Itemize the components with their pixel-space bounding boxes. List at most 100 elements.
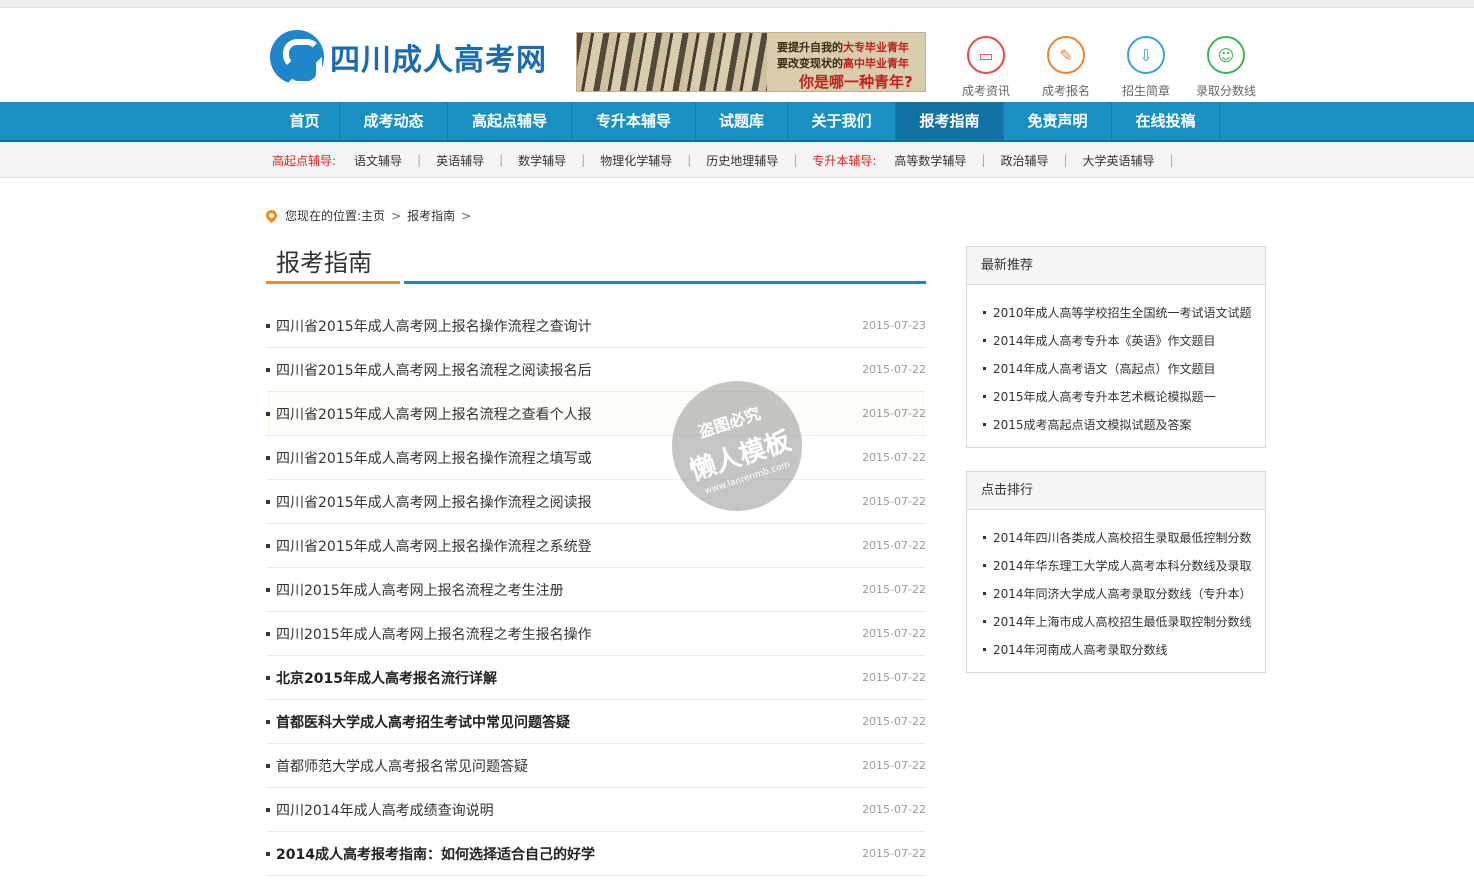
page-title: 报考指南 [276,249,372,277]
sub-nav-row: 高起点辅导: 语文辅导 | 英语辅导 | 数学辅导 | 物理化学辅导 | 历史地理辅导 | 专升本辅导… [272,142,1189,178]
breadcrumb-current[interactable]: 报考指南 [407,207,455,224]
nav-item-6[interactable]: 报考指南 [896,102,1004,140]
latest-recommend-item[interactable]: 2014年成人高考语文（高起点）作文题目 [983,355,1251,383]
list-item[interactable]: 2014成人高考报考指南：如何选择适合自己的好学 2015-07-22 [266,832,926,876]
quick-link-label: 录取分数线 [1195,84,1256,98]
sub-nav-link[interactable]: 数学辅导 [518,152,566,169]
sub-nav-link[interactable]: 政治辅导 [1000,152,1048,169]
nav-item-3[interactable]: 专升本辅导 [572,102,696,140]
article-list: 四川省2015年成人高考网上报名操作流程之查询计 2015-07-23 四川省201… [266,304,926,876]
article-title-link[interactable]: 四川省2015年成人高考网上报名操作流程之查询计 [266,316,592,336]
list-item[interactable]: 四川省2015年成人高考网上报名操作流程之查询计 2015-07-23 [266,304,926,348]
logo-mark-icon [270,30,324,84]
article-title-link[interactable]: 四川省2015年成人高考网上报名流程之阅读报名后 [266,360,592,380]
nav-item-0[interactable]: 首页 [270,102,340,140]
click-ranking-title: 点击排行 [967,472,1265,510]
sub-nav-link[interactable]: 历史地理辅导 [706,152,778,169]
sub-nav-category-1: 高起点辅导: [272,153,337,168]
article-title-link[interactable]: 四川省2015年成人高考网上报名操作流程之阅读报 [266,492,592,512]
sub-nav-separator: | [1063,153,1068,167]
article-date: 2015-07-22 [862,715,926,728]
click-ranking-item[interactable]: 2014年上海市成人高校招生最低录取控制分数线 [983,608,1251,636]
sub-nav-link[interactable]: 大学英语辅导 [1083,152,1155,169]
top-strip [0,0,1474,8]
sub-nav-link[interactable]: 英语辅导 [436,152,484,169]
latest-recommend-item[interactable]: 2015年成人高考专升本艺术概论模拟题一 [983,383,1251,411]
article-title-link[interactable]: 四川省2015年成人高考网上报名操作流程之填写或 [266,448,592,468]
article-date: 2015-07-22 [862,671,926,684]
article-title-link[interactable]: 四川2015年成人高考网上报名流程之考生注册 [266,580,564,600]
click-ranking-item[interactable]: 2014年四川各类成人高校招生录取最低控制分数线 [983,524,1251,552]
sub-nav-link[interactable]: 物理化学辅导 [600,152,672,169]
banner-line-1: 要提升自我的大专毕业青年 [777,41,909,54]
article-title-link[interactable]: 首都师范大学成人高考报名常见问题答疑 [266,756,528,776]
edit-icon: ✎ [1047,36,1085,74]
article-date: 2015-07-22 [862,583,926,596]
article-title-link[interactable]: 四川省2015年成人高考网上报名流程之查看个人报 [266,404,592,424]
article-title-link[interactable]: 四川省2015年成人高考网上报名操作流程之系统登 [266,536,592,556]
video-icon: ▭ [967,36,1005,74]
latest-recommend-item[interactable]: 2015成考高起点语文模拟试题及答案 [983,411,1251,439]
nav-item-4[interactable]: 试题库 [696,102,788,140]
article-title-link[interactable]: 四川2015年成人高考网上报名流程之考生报名操作 [266,624,592,644]
sub-nav-separator: | [581,153,586,167]
nav-item-2[interactable]: 高起点辅导 [448,102,572,140]
list-item[interactable]: 四川2015年成人高考网上报名流程之考生报名操作 2015-07-22 [266,612,926,656]
quick-link-0[interactable]: ▭ 成考资讯 [946,36,1026,99]
sub-nav-link[interactable]: 高等数学辅导 [894,152,966,169]
click-ranking-item[interactable]: 2014年同济大学成人高考录取分数线（专升本） [983,580,1251,608]
click-ranking-item[interactable]: 2014年河南成人高考录取分数线 [983,636,1251,664]
header-banner[interactable]: 要提升自我的大专毕业青年 要改变现状的高中毕业青年 你是哪一种青年? [576,32,926,92]
article-title-link[interactable]: 2014成人高考报考指南：如何选择适合自己的好学 [266,844,595,864]
article-date: 2015-07-22 [862,495,926,508]
list-item[interactable]: 四川省2015年成人高考网上报名流程之阅读报名后 2015-07-22 [266,348,926,392]
article-title-link[interactable]: 首都医科大学成人高考招生考试中常见问题答疑 [266,712,570,732]
click-ranking-list: 2014年四川各类成人高校招生录取最低控制分数线 2014年华东理工大学成人高考本… [967,510,1265,672]
site-logo[interactable]: 四川成人高考网 [270,30,547,84]
article-date: 2015-07-22 [862,847,926,860]
nav-item-1[interactable]: 成考动态 [340,102,448,140]
users-icon: ☺ [1207,36,1245,74]
latest-recommend-item[interactable]: 2014年成人高考专升本《英语》作文题目 [983,327,1251,355]
banner-line-2: 要改变现状的高中毕业青年 [777,57,909,70]
download-icon: ⇩ [1127,36,1165,74]
list-item[interactable]: 四川省2015年成人高考网上报名操作流程之阅读报 2015-07-22 [266,480,926,524]
nav-item-7[interactable]: 免责声明 [1004,102,1112,140]
list-item[interactable]: 四川省2015年成人高考网上报名操作流程之填写或 2015-07-22 [266,436,926,480]
list-item[interactable]: 北京2015年成人高考报名流行详解 2015-07-22 [266,656,926,700]
list-item[interactable]: 四川2015年成人高考网上报名流程之考生注册 2015-07-22 [266,568,926,612]
latest-recommend-box: 最新推荐 2010年成人高等学校招生全国统一考试语文试题 2014年成人高考专升本… [966,246,1266,448]
sub-nav-separator: | [1169,153,1174,167]
list-item[interactable]: 四川省2015年成人高考网上报名操作流程之系统登 2015-07-22 [266,524,926,568]
click-ranking-item[interactable]: 2014年华东理工大学成人高考本科分数线及录取线 [983,552,1251,580]
sub-nav-separator: | [417,153,422,167]
latest-recommend-title: 最新推荐 [967,247,1265,285]
quick-link-1[interactable]: ✎ 成考报名 [1026,36,1106,99]
article-date: 2015-07-22 [862,539,926,552]
banner-figures-image [577,33,767,91]
article-title-link[interactable]: 四川2014年成人高考成绩查询说明 [266,800,494,820]
breadcrumb-prefix: 您现在的位置: [285,209,362,223]
article-date: 2015-07-22 [862,759,926,772]
nav-item-5[interactable]: 关于我们 [788,102,896,140]
list-item[interactable]: 首都师范大学成人高考报名常见问题答疑 2015-07-22 [266,744,926,788]
list-item[interactable]: 首都医科大学成人高考招生考试中常见问题答疑 2015-07-22 [266,700,926,744]
title-underline [404,281,926,284]
title-underline-accent [266,281,400,284]
breadcrumb-home[interactable]: 主页 [361,207,385,224]
quick-link-3[interactable]: ☺ 录取分数线 [1186,36,1266,99]
sub-nav-link[interactable]: 语文辅导 [354,152,402,169]
nav-item-8[interactable]: 在线投稿 [1112,102,1220,140]
list-item[interactable]: 四川省2015年成人高考网上报名流程之查看个人报 2015-07-22 [266,392,926,436]
article-date: 2015-07-22 [862,451,926,464]
sub-nav-separator: | [981,153,986,167]
main-nav: 首页 成考动态 高起点辅导 专升本辅导 试题库 关于我们 报考指南 免责声明 在线投稿 [0,102,1474,142]
quick-link-2[interactable]: ⇩ 招生简章 [1106,36,1186,99]
main-nav-list: 首页 成考动态 高起点辅导 专升本辅导 试题库 关于我们 报考指南 免责声明 在线投稿 [270,102,1220,140]
logo-text: 四川成人高考网 [330,43,547,78]
article-title-link[interactable]: 北京2015年成人高考报名流行详解 [266,668,497,688]
article-date: 2015-07-22 [862,407,926,420]
latest-recommend-item[interactable]: 2010年成人高等学校招生全国统一考试语文试题 [983,299,1251,327]
list-item[interactable]: 四川2014年成人高考成绩查询说明 2015-07-22 [266,788,926,832]
sub-nav-separator: | [793,153,798,167]
